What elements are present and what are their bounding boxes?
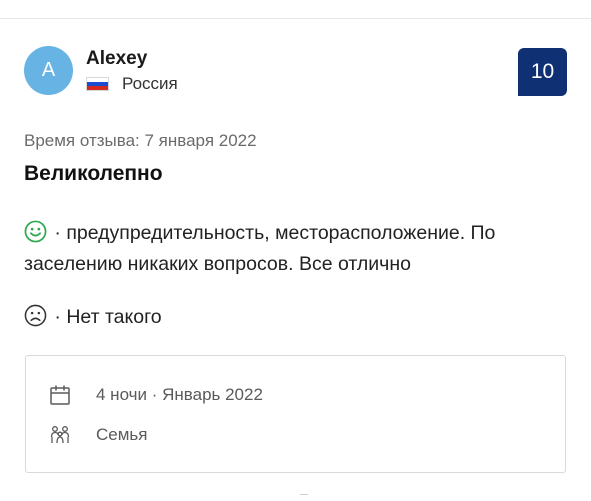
country-label: Россия (122, 73, 178, 93)
frown-icon (24, 304, 47, 327)
score-badge: 10 (518, 48, 567, 96)
traveler-type-text: Семья (96, 425, 148, 444)
positive-comment: · предупредительность, месторасположение… (24, 218, 584, 280)
family-icon (50, 426, 70, 444)
avatar: A (24, 46, 73, 95)
negative-text: · Нет такого (49, 306, 162, 328)
calendar-icon (50, 385, 70, 405)
flag-stripe-red (87, 85, 108, 90)
stay-duration-row: 4 ночи · Январь 2022 (48, 383, 263, 407)
stay-duration-text: 4 ночи · Январь 2022 (96, 385, 263, 404)
review-date: Время отзыва: 7 января 2022 (24, 131, 257, 150)
review-title: Великолепно (24, 162, 163, 185)
smile-icon (24, 220, 47, 243)
reviewer-info: Alexey Россия (86, 48, 178, 94)
reviewer-block: A Alexey Россия (24, 46, 178, 95)
reviewer-name: Alexey (86, 47, 148, 69)
stay-info-card: 4 ночи · Январь 2022 Семья (25, 355, 566, 473)
russia-flag-icon (86, 76, 109, 91)
positive-text: · предупредительность, месторасположение… (24, 222, 496, 275)
traveler-type-row: Семья (48, 423, 147, 447)
negative-comment: · Нет такого (24, 302, 162, 333)
top-divider (0, 18, 591, 19)
reviewer-country: Россия (86, 74, 178, 94)
